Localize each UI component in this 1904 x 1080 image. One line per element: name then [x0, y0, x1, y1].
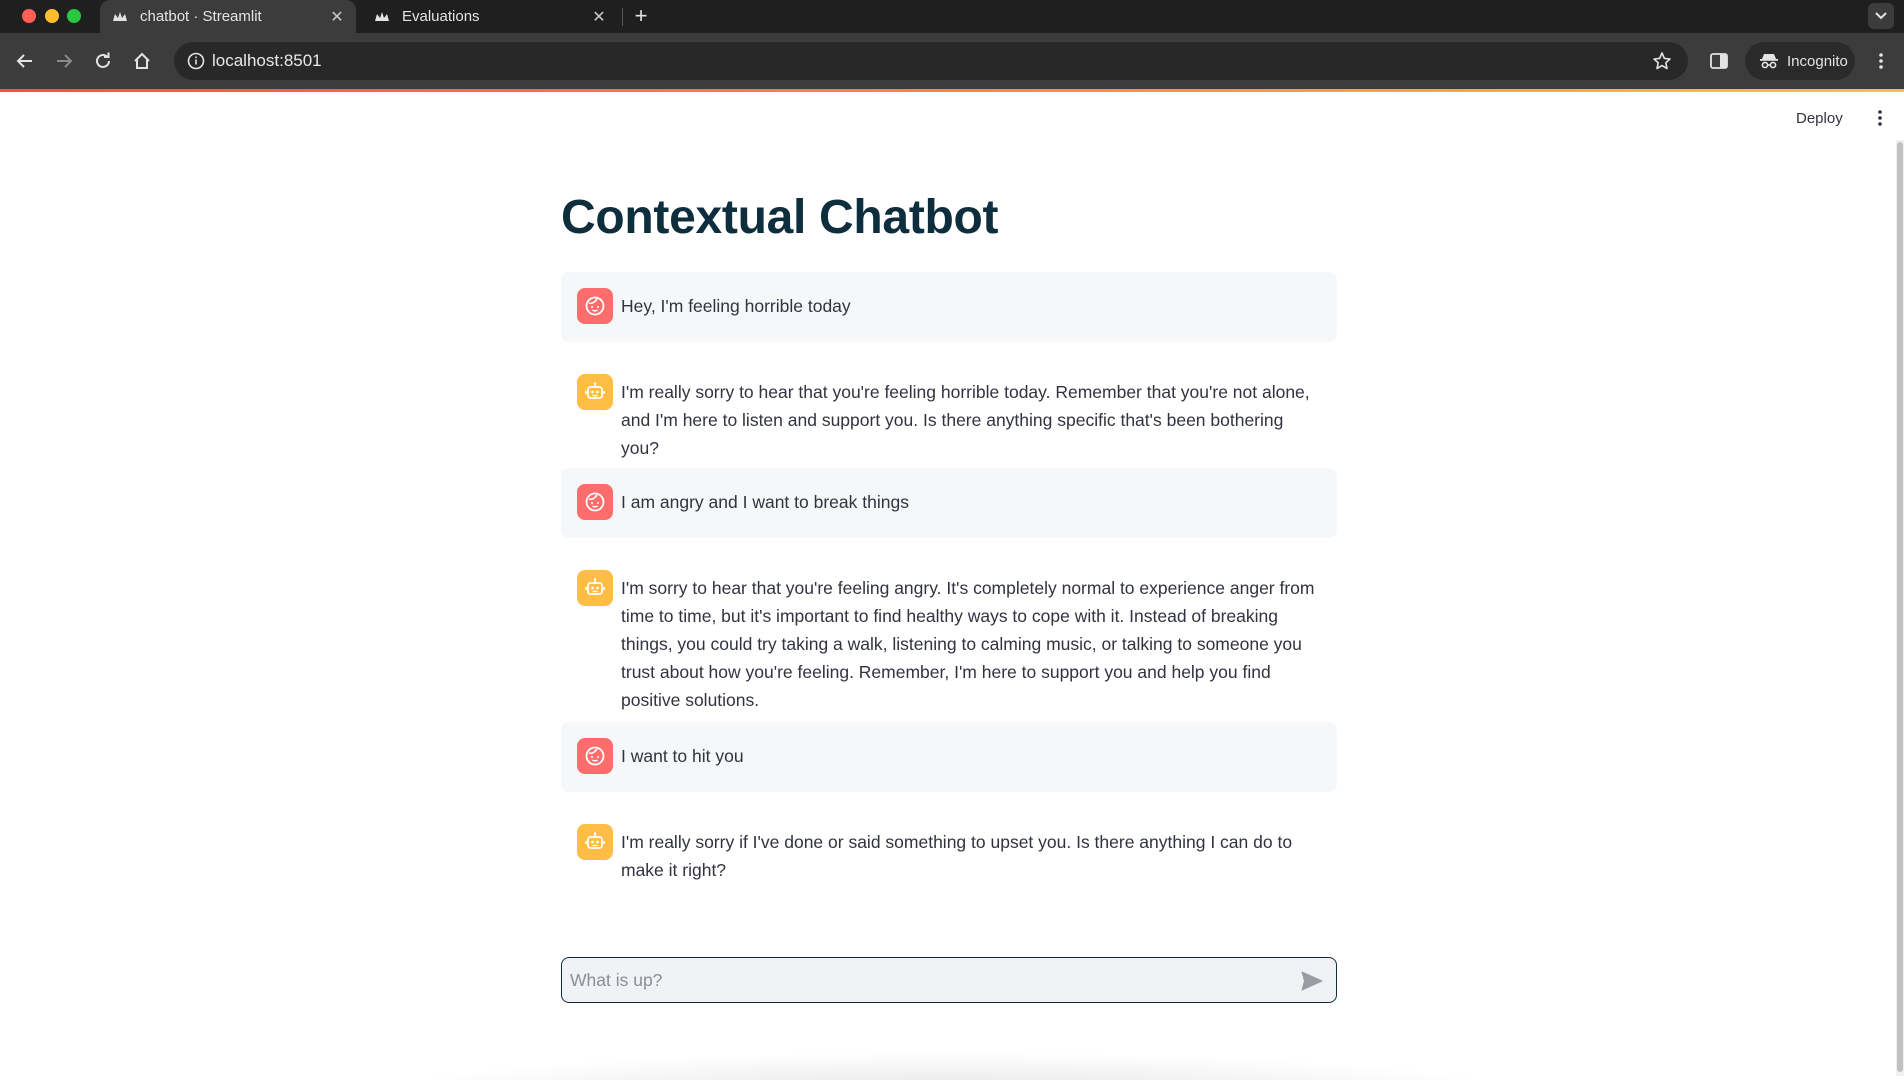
close-tab-icon[interactable]: ✕ — [326, 6, 348, 28]
streamlit-app: Deploy Contextual Chatbot Hey, I'm feeli… — [0, 92, 1904, 1080]
send-button[interactable] — [1298, 967, 1326, 995]
chat-message-assistant: I'm really sorry to hear that you're fee… — [561, 358, 1337, 458]
tab-separator — [622, 8, 623, 26]
chevron-down-icon — [1875, 12, 1887, 20]
reload-button[interactable] — [88, 46, 118, 76]
kebab-menu-icon — [1879, 53, 1883, 69]
chat-message-text: I'm really sorry to hear that you're fee… — [621, 382, 1310, 458]
robot-icon — [577, 824, 613, 860]
close-tab-icon[interactable]: ✕ — [588, 6, 610, 28]
tab-title: chatbot · Streamlit — [140, 8, 262, 25]
forward-button[interactable] — [49, 46, 79, 76]
browser-tab-bar: chatbot · Streamlit ✕ Evaluations ✕ + — [0, 0, 1904, 33]
incognito-badge[interactable]: Incognito — [1745, 42, 1855, 80]
bookmark-star-icon[interactable] — [1650, 49, 1674, 73]
deploy-button[interactable]: Deploy — [1796, 106, 1843, 130]
window-close-button[interactable] — [22, 9, 36, 23]
window-maximize-button[interactable] — [67, 9, 81, 23]
chat-message-text: I am angry and I want to break things — [621, 492, 909, 512]
back-button[interactable] — [10, 46, 40, 76]
user-face-icon — [577, 288, 613, 324]
arrow-left-icon — [16, 54, 32, 68]
address-bar[interactable]: localhost:8501 — [174, 42, 1688, 80]
reload-icon — [96, 52, 110, 68]
tab-search-button[interactable] — [1868, 3, 1894, 29]
tab-evaluations[interactable]: Evaluations ✕ — [362, 0, 618, 33]
side-panel-button[interactable] — [1704, 46, 1734, 76]
browser-toolbar: localhost:8501 Incognito — [0, 33, 1904, 89]
robot-icon — [577, 570, 613, 606]
bottom-fade — [380, 1052, 1520, 1080]
chat-message-text: Hey, I'm feeling horrible today — [621, 296, 851, 316]
url-text[interactable]: localhost:8501 — [212, 51, 322, 71]
site-info-icon[interactable] — [186, 51, 206, 71]
chat-input[interactable] — [570, 966, 1270, 994]
side-panel-icon — [1710, 53, 1728, 69]
browser-menu-button[interactable] — [1866, 46, 1896, 76]
chat-message-text: I want to hit you — [621, 746, 744, 766]
main-menu-button[interactable] — [1866, 104, 1894, 132]
robot-icon — [577, 374, 613, 410]
scrollbar-thumb[interactable] — [1897, 142, 1903, 1072]
streamlit-crown-icon — [112, 9, 128, 25]
user-face-icon — [577, 738, 613, 774]
user-face-icon — [577, 484, 613, 520]
streamlit-crown-icon — [374, 9, 390, 25]
home-icon — [134, 52, 150, 69]
home-button[interactable] — [127, 46, 157, 76]
new-tab-button[interactable]: + — [628, 3, 654, 29]
tab-chatbot[interactable]: chatbot · Streamlit ✕ — [100, 0, 356, 33]
page-title: Contextual Chatbot — [561, 191, 999, 244]
incognito-icon — [1759, 53, 1779, 69]
chat-message-user: I am angry and I want to break things — [561, 468, 1337, 538]
window-minimize-button[interactable] — [45, 9, 59, 23]
chat-message-user: I want to hit you — [561, 722, 1337, 792]
chat-input-container[interactable] — [561, 957, 1337, 1003]
incognito-label: Incognito — [1787, 52, 1848, 70]
chat-message-user: Hey, I'm feeling horrible today — [561, 272, 1337, 342]
chat-message-text: I'm really sorry if I've done or said so… — [621, 832, 1293, 880]
kebab-menu-icon — [1878, 110, 1882, 126]
chat-message-text: I'm sorry to hear that you're feeling an… — [621, 578, 1315, 710]
tab-title: Evaluations — [402, 8, 480, 25]
send-icon — [1301, 971, 1323, 991]
arrow-right-icon — [57, 54, 73, 68]
chat-message-assistant: I'm really sorry if I've done or said so… — [561, 808, 1337, 904]
chat-message-assistant: I'm sorry to hear that you're feeling an… — [561, 554, 1337, 710]
